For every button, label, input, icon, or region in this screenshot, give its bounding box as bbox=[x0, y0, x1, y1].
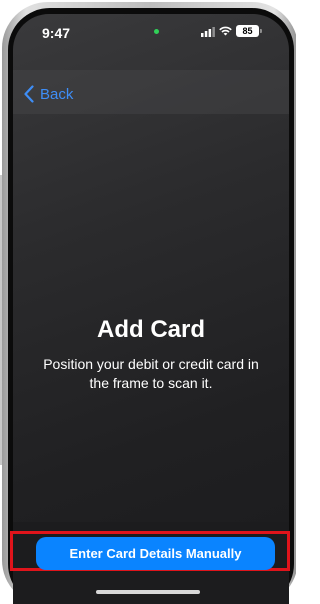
page-title: Add Card bbox=[97, 316, 205, 343]
enter-card-manually-button[interactable]: Enter Card Details Manually bbox=[36, 537, 275, 570]
cellular-signal-icon bbox=[201, 27, 215, 37]
battery-cap bbox=[260, 29, 262, 33]
privacy-indicator-dot bbox=[154, 29, 159, 34]
page: 9:47 85 Back Add Card Position your debi… bbox=[0, 0, 296, 604]
scan-instructions: Position your debit or credit card in th… bbox=[43, 356, 259, 391]
back-button[interactable]: Back bbox=[24, 82, 73, 106]
wifi-icon bbox=[219, 26, 232, 36]
home-indicator bbox=[96, 590, 200, 594]
chevron-left-icon bbox=[24, 85, 34, 103]
back-button-label: Back bbox=[40, 85, 74, 103]
battery-level: 85 bbox=[236, 25, 259, 37]
status-time: 9:47 bbox=[42, 25, 71, 41]
